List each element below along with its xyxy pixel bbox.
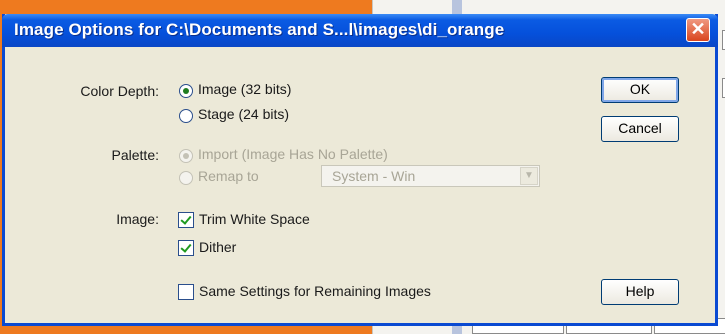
dither-label[interactable]: Dither	[199, 239, 236, 255]
radio-import-palette[interactable]	[179, 149, 193, 163]
help-button[interactable]: Help	[601, 279, 679, 305]
radio-image-32-bits-label[interactable]: Image (32 bits)	[198, 81, 291, 97]
trim-white-space-checkbox[interactable]	[178, 212, 194, 228]
radio-remap-to[interactable]	[179, 171, 193, 185]
image-label: Image:	[116, 211, 159, 227]
radio-stage-24-bits[interactable]	[179, 109, 193, 123]
color-depth-label: Color Depth:	[80, 83, 159, 99]
radio-import-palette-label: Import (Image Has No Palette)	[198, 146, 388, 162]
radio-remap-to-label: Remap to	[198, 168, 259, 184]
dialog-title: Image Options for C:\Documents and S...l…	[14, 20, 505, 39]
chevron-down-icon[interactable]: ▼	[520, 167, 538, 185]
image-options-dialog: Image Options for C:\Documents and S...l…	[2, 14, 718, 326]
close-button[interactable]: ✕	[686, 18, 710, 42]
ok-button[interactable]: OK	[601, 77, 679, 103]
same-settings-label[interactable]: Same Settings for Remaining Images	[199, 283, 431, 299]
cancel-button[interactable]: Cancel	[601, 116, 679, 142]
radio-image-32-bits[interactable]	[179, 84, 193, 98]
dither-checkbox[interactable]	[178, 240, 194, 256]
same-settings-checkbox[interactable]	[178, 284, 194, 300]
remap-palette-select[interactable]: System - Win ▼	[321, 165, 540, 187]
remap-palette-select-value: System - Win	[332, 168, 416, 184]
dialog-titlebar[interactable]: Image Options for C:\Documents and S...l…	[2, 14, 718, 47]
radio-stage-24-bits-label[interactable]: Stage (24 bits)	[198, 106, 289, 122]
palette-label: Palette:	[111, 147, 159, 163]
trim-white-space-label[interactable]: Trim White Space	[199, 211, 310, 227]
close-icon: ✕	[690, 19, 706, 39]
